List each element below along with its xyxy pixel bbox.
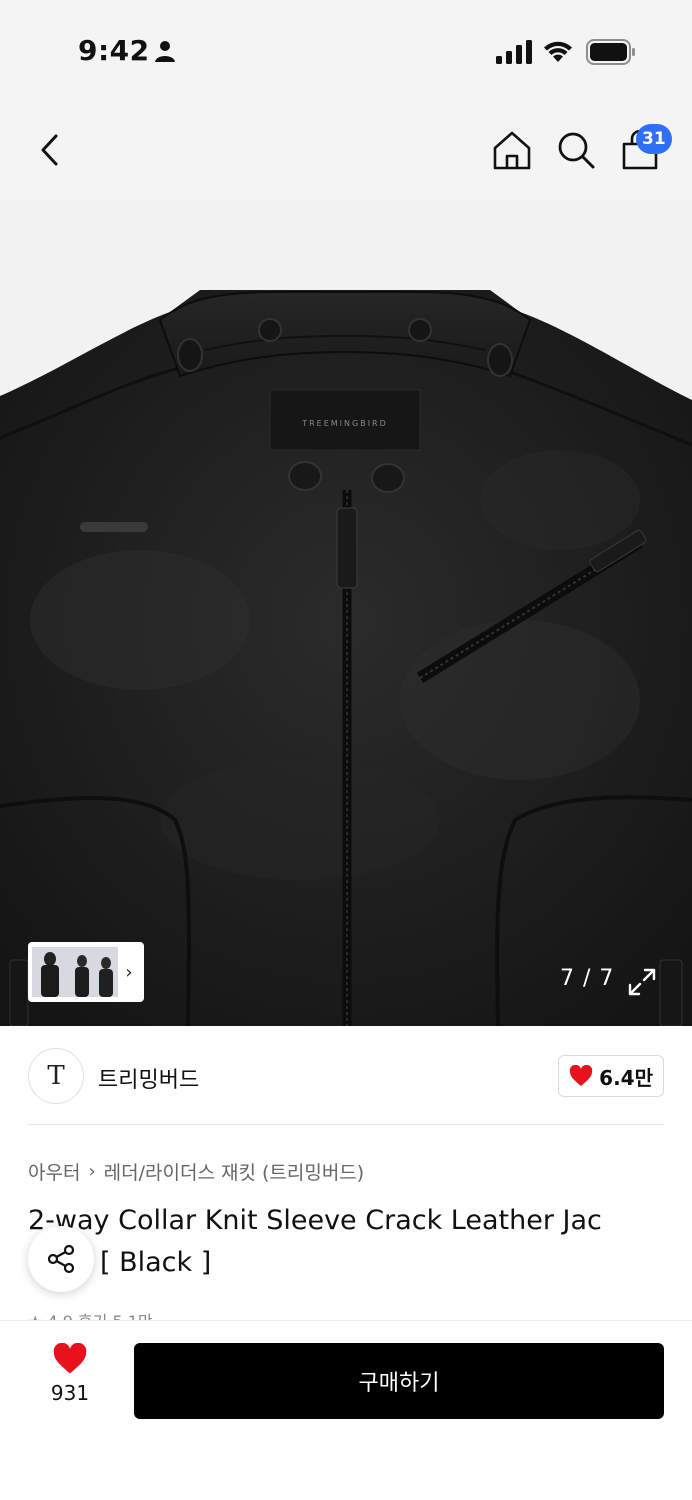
divider [28, 1124, 664, 1125]
heart-icon [569, 1065, 593, 1086]
heart-filled-icon [53, 1343, 87, 1374]
product-title: 2-way Collar Knit Sleeve Crack Leather J… [28, 1200, 692, 1284]
image-counter: 7 / 7 [560, 966, 615, 991]
chevron-left-icon [41, 134, 58, 166]
brand-row[interactable]: T 트리밍버드 6.4만 [28, 1046, 664, 1106]
label-text: TREEMINGBIRD [301, 419, 388, 428]
rating-peek: ★ 4.9 후기 5.1만 [28, 1308, 153, 1320]
brand-like-count: 6.4만 [599, 1065, 653, 1090]
search-button[interactable] [554, 128, 598, 172]
thumbnail-strip[interactable]: › [28, 942, 144, 1002]
battery-icon [586, 39, 635, 65]
home-button[interactable] [490, 128, 534, 172]
signal-icon [496, 40, 532, 64]
search-icon [558, 132, 595, 169]
brand-name[interactable]: 트리밍버드 [98, 1062, 199, 1094]
brand-like-button[interactable]: 6.4만 [558, 1055, 664, 1097]
share-icon [47, 1244, 75, 1274]
share-button[interactable] [28, 1226, 94, 1292]
home-icon [493, 131, 531, 170]
wishlist-count: 931 [50, 1381, 90, 1405]
status-bar: 9:42 [0, 0, 692, 100]
jacket-photo: TREEMINGBIRD [0, 290, 692, 1026]
wifi-icon [544, 41, 572, 62]
expand-icon [628, 968, 656, 996]
bottom-action-bar: 931 구매하기 [0, 1320, 692, 1500]
thumbnail-chevron: › [125, 961, 133, 983]
breadcrumb-level2[interactable]: 레더/라이더스 재킷 (트리밍버드) [104, 1158, 365, 1185]
back-button[interactable] [28, 128, 72, 172]
breadcrumb-level1[interactable]: 아우터 [28, 1158, 80, 1185]
product-title-line1: 2-way Collar Knit Sleeve Crack Leather J… [28, 1205, 602, 1236]
buy-button[interactable]: 구매하기 [134, 1343, 664, 1419]
thumbnail-images [32, 947, 118, 997]
status-time: 9:42 [78, 34, 150, 67]
thumbnail-models [32, 947, 118, 997]
product-title-line2: [ Black ] [100, 1247, 212, 1278]
breadcrumb: 아우터 › 레더/라이더스 재킷 (트리밍버드) [28, 1156, 364, 1186]
top-nav-bar [0, 100, 692, 200]
breadcrumb-separator: › [88, 1160, 96, 1182]
product-image[interactable]: TREEMINGBIRD › 7 / 7 [0, 200, 692, 1026]
expand-button[interactable] [626, 966, 658, 998]
brand-logo[interactable]: T [28, 1048, 84, 1104]
person-icon [155, 41, 175, 62]
wishlist-button[interactable]: 931 [40, 1343, 100, 1423]
cart-count-badge: 31 [636, 124, 672, 154]
